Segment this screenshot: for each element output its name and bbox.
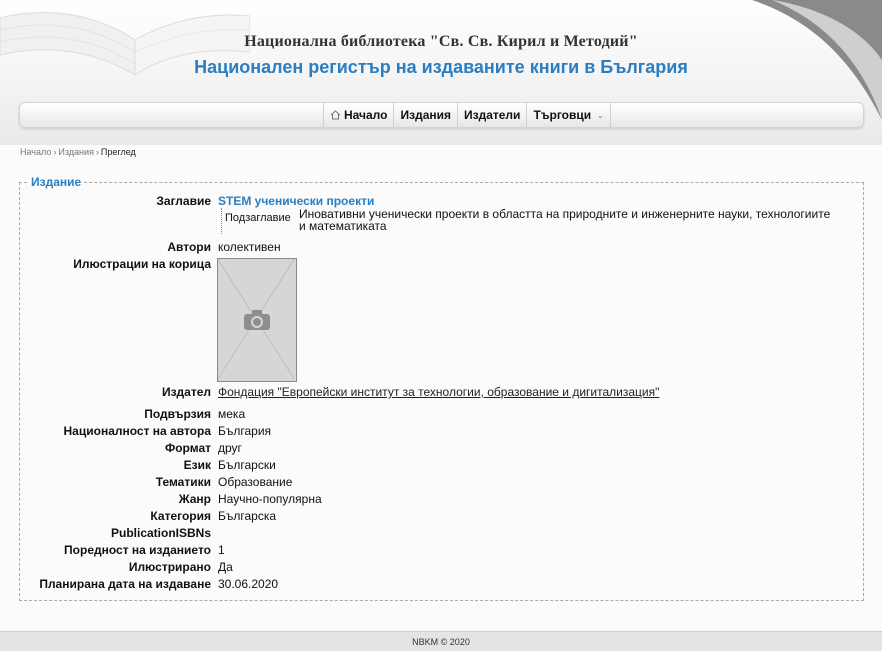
authors-value: колективен <box>218 240 281 254</box>
title-value: STEM ученически проекти <box>218 194 375 208</box>
nav-item-editions[interactable]: Издания <box>393 103 457 127</box>
cover-label: Илюстрации на корица <box>73 257 211 271</box>
cover-image-placeholder[interactable] <box>217 258 297 382</box>
nav-item-label: Начало <box>344 107 388 122</box>
home-icon <box>330 110 341 120</box>
field-row: Жанр Научно-популярна <box>20 492 863 507</box>
nav-item-label: Издания <box>400 107 451 122</box>
cover-row: Илюстрации на корица <box>20 257 863 272</box>
field-label: PublicationISBNs <box>110 526 211 540</box>
authors-label: Автори <box>167 240 211 254</box>
field-value: Научно-популярна <box>218 492 322 506</box>
field-value: Образование <box>218 475 293 489</box>
field-value: Български <box>218 458 276 472</box>
library-name: Национална библиотека "Св. Св. Кирил и М… <box>244 33 638 50</box>
edition-details: Издание Заглавие STEM ученически проекти… <box>19 175 864 601</box>
subtitle-label: Подзаглавие <box>221 208 294 234</box>
edition-legend: Издание <box>28 175 85 189</box>
field-label: Категория <box>150 509 211 523</box>
field-row: Формат друг <box>20 441 863 456</box>
field-label: Подвързия <box>144 407 211 421</box>
publisher-link[interactable]: Фондация "Европейски институт за техноло… <box>218 385 659 399</box>
breadcrumb-separator-icon: › <box>53 147 57 157</box>
publisher-row: Издател Фондация "Европейски институт за… <box>20 385 863 400</box>
camera-icon <box>244 310 270 330</box>
field-row: Език Български <box>20 458 863 473</box>
subtitle-box: Подзаглавие Иновативни ученически проект… <box>221 208 841 234</box>
breadcrumb-home[interactable]: Начало <box>20 147 51 157</box>
field-value: Да <box>218 560 233 574</box>
field-label: Език <box>183 458 211 472</box>
field-row: Илюстрирано Да <box>20 560 863 575</box>
field-label: Планирана дата на издаване <box>39 577 211 591</box>
field-label: Формат <box>164 441 211 455</box>
field-value: България <box>218 424 272 438</box>
nav-item-publishers[interactable]: Издатели <box>457 103 526 127</box>
field-label: Националност на автора <box>63 424 211 438</box>
nav-item-home[interactable]: Начало <box>323 103 393 127</box>
field-label: Жанр <box>178 492 211 506</box>
breadcrumb-current: Преглед <box>100 147 136 157</box>
field-value: 30.06.2020 <box>218 577 279 591</box>
field-row: PublicationISBNs <box>20 526 863 541</box>
field-row: Поредност на изданието 1 <box>20 543 863 558</box>
main-nav: Начало Издания Издатели Търговци ⌄ <box>19 102 864 128</box>
breadcrumb-editions[interactable]: Издания <box>58 147 94 157</box>
register-title: Национален регистър на издаваните книги … <box>194 57 688 77</box>
footer: NBKM © 2020 <box>0 631 882 651</box>
subtitle-value: Иновативни ученически проекти в областта… <box>299 207 831 233</box>
chevron-down-icon: ⌄ <box>597 110 604 120</box>
field-row: Категория Българска <box>20 509 863 524</box>
field-row: Подвързия мека <box>20 407 863 422</box>
field-value: друг <box>218 441 242 455</box>
field-label: Поредност на изданието <box>64 543 211 557</box>
field-value: 1 <box>218 543 225 557</box>
field-row: Планирана дата на издаване 30.06.2020 <box>20 577 863 592</box>
field-label: Тематики <box>155 475 211 489</box>
breadcrumb: Начало › Издания › Преглед <box>20 147 136 157</box>
nav-item-label: Търговци <box>533 107 592 122</box>
publisher-label: Издател <box>161 385 211 399</box>
nav-item-label: Издатели <box>464 107 521 122</box>
breadcrumb-separator-icon: › <box>95 147 99 157</box>
field-row: Националност на автора България <box>20 424 863 439</box>
field-value: мека <box>218 407 246 421</box>
field-row: Тематики Образование <box>20 475 863 490</box>
field-value: Българска <box>218 509 277 523</box>
authors-row: Автори колективен <box>20 240 863 255</box>
nav-item-traders[interactable]: Търговци ⌄ <box>526 103 611 127</box>
field-label: Илюстрирано <box>128 560 211 574</box>
title-label: Заглавие <box>156 194 211 208</box>
